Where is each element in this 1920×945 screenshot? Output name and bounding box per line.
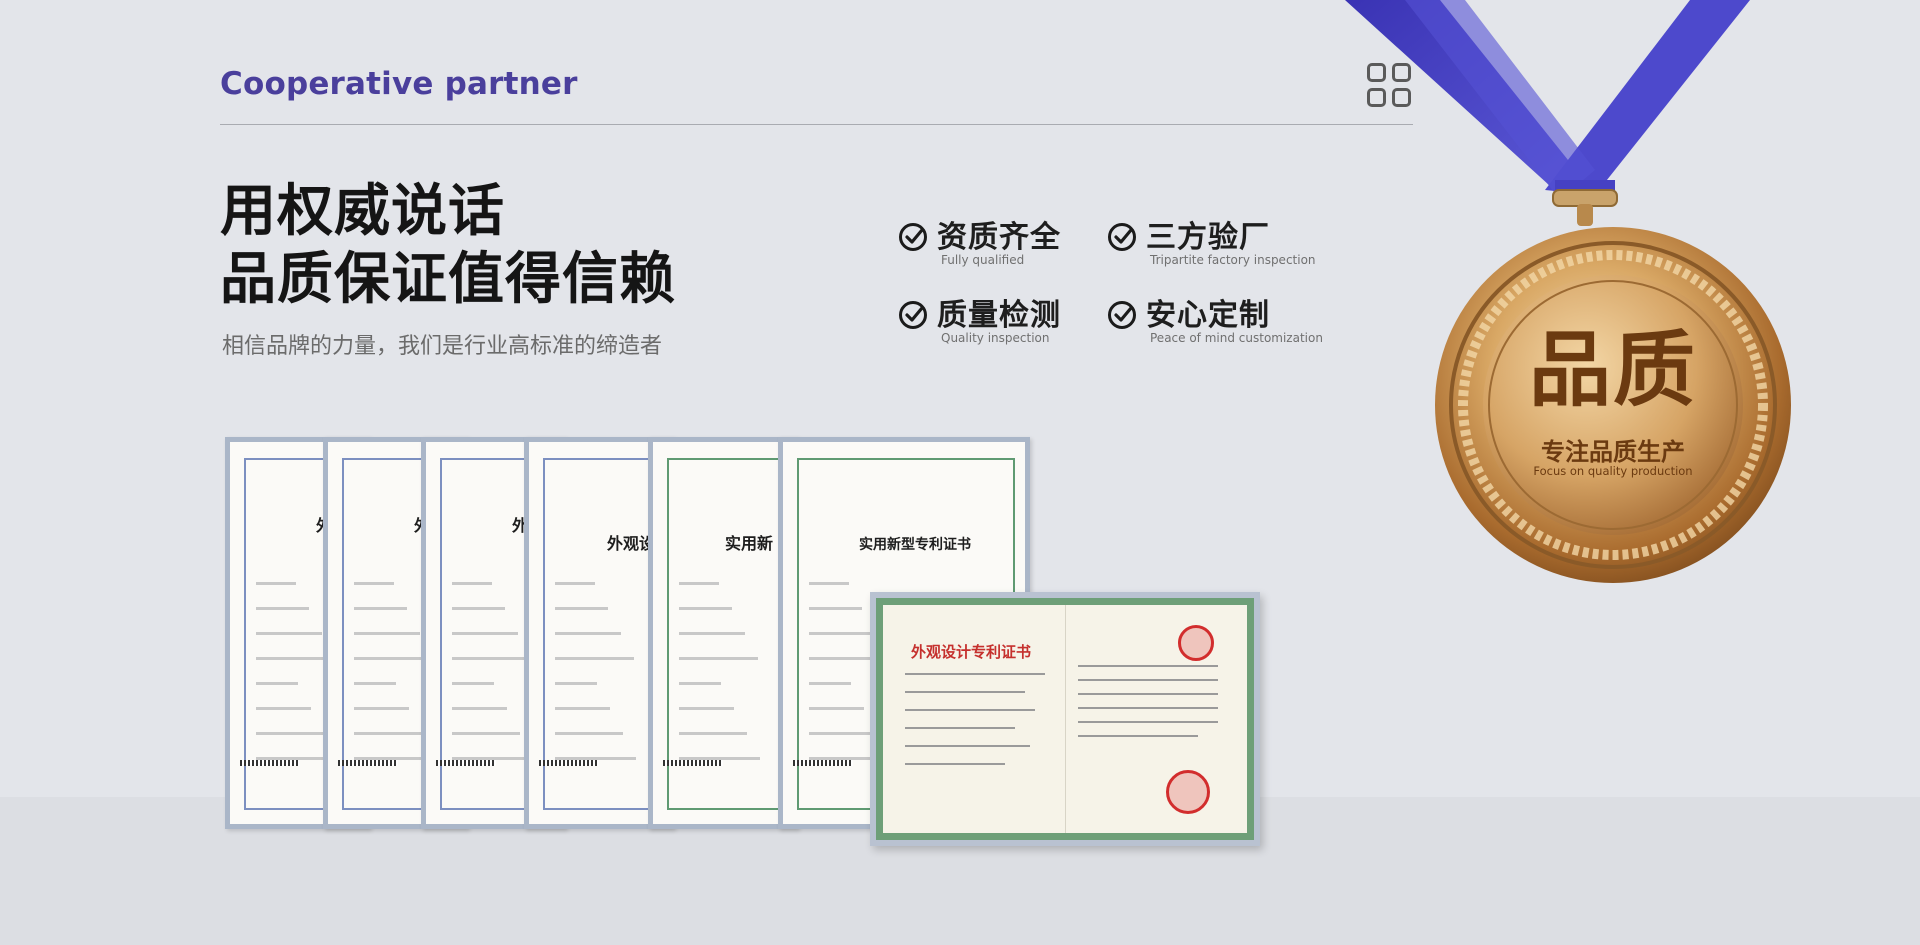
text-line [555,682,597,685]
certificate-title: 实用新型专利证书 [859,537,971,553]
medal-sub-text-en: Focus on quality production [1533,464,1693,478]
feature-item: 三方验厂 Tripartite factory inspection [1108,212,1368,272]
check-circle-icon [1108,301,1136,329]
text-line [452,632,518,635]
text-line [354,607,407,610]
text-line [452,732,520,735]
text-line [256,707,311,710]
text-line [354,632,420,635]
barcode [338,760,398,766]
feature-item: 安心定制 Peace of mind customization [1108,290,1368,350]
certificate-image: 实用新 [648,437,798,829]
medal-main-text: 品质 [1528,323,1697,418]
feature-subtitle: Tripartite factory inspection [1150,253,1316,267]
text-line [809,732,877,735]
text-line [679,682,721,685]
check-circle-icon [899,223,927,251]
feature-subtitle: Quality inspection [941,331,1050,345]
text-line [679,607,732,610]
text-line [679,582,719,585]
text-line [809,707,864,710]
check-circle-icon [899,301,927,329]
medal-sub-text: 专注品质生产 [1541,438,1685,466]
text-line [809,632,875,635]
text-line [256,607,309,610]
text-line [354,707,409,710]
barcode [793,760,853,766]
text-line [679,732,747,735]
text-line [256,632,322,635]
text-line [354,682,396,685]
barcode [663,760,723,766]
text-line [555,582,595,585]
text-line [809,682,851,685]
feature-subtitle: Peace of mind customization [1150,331,1323,345]
barcode [539,760,599,766]
feature-subtitle: Fully qualified [941,253,1025,267]
certificate-title: 实用新 [725,534,774,553]
quality-medal: 品质 专注品质生产 Focus on quality production [1345,0,1795,600]
text-line [679,657,758,660]
text-line [679,757,760,760]
feature-title: 资质齐全 [937,220,1061,255]
text-line [452,657,531,660]
text-line [809,607,862,610]
hero-subline: 相信品牌的力量，我们是行业高标准的缔造者 [222,334,663,359]
page-title: Cooperative partner [220,66,578,102]
red-seal-icon [1166,770,1210,814]
certificate-image-front: 外观设计专利证书 [870,592,1260,846]
text-line [452,757,533,760]
text-line [679,707,734,710]
red-seal-icon [1178,625,1214,661]
feature-item: 质量检测 Quality inspection [899,290,1139,350]
text-line [809,582,849,585]
text-line [452,582,492,585]
text-line [555,707,610,710]
text-line [256,732,324,735]
certificate-title: 外观设计专利证书 [911,643,1032,661]
feature-title: 质量检测 [937,298,1061,333]
text-line [555,632,621,635]
headline-line-1: 用权威说话 [220,179,505,244]
check-circle-icon [1108,223,1136,251]
text-line [256,682,298,685]
text-line [555,732,623,735]
text-line [555,757,636,760]
text-line [354,732,422,735]
headline-line-2: 品质保证值得信赖 [220,247,676,312]
text-line [452,707,507,710]
text-line [452,607,505,610]
feature-item: 资质齐全 Fully qualified [899,212,1139,272]
text-line [354,582,394,585]
text-line [555,657,634,660]
feature-title: 安心定制 [1146,298,1270,333]
text-line [256,582,296,585]
text-line [555,607,608,610]
barcode [240,760,300,766]
header-divider [220,124,1413,125]
barcode [436,760,496,766]
text-line [679,632,745,635]
feature-title: 三方验厂 [1146,220,1270,255]
text-line [452,682,494,685]
